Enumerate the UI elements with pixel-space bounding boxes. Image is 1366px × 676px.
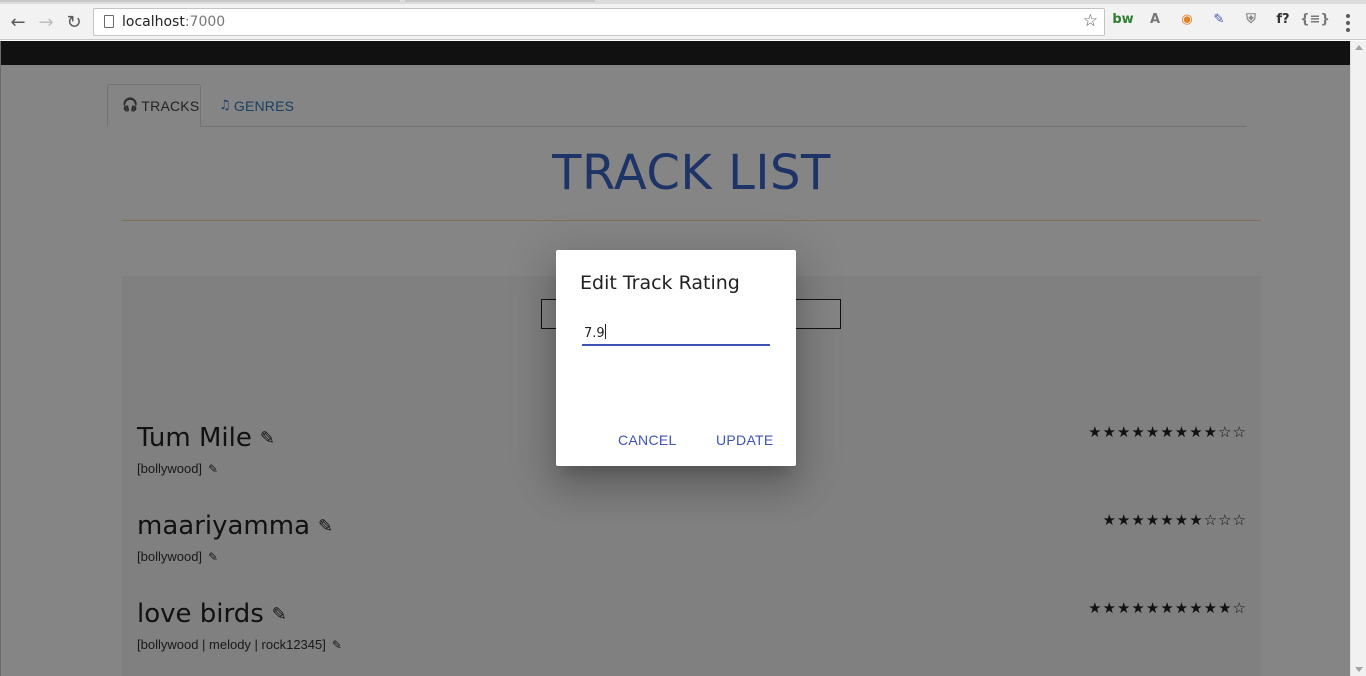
url-text[interactable]: localhost:7000 [122, 14, 225, 30]
page-scrollbar[interactable] [1350, 41, 1366, 676]
function-extension-icon[interactable]: f? [1273, 9, 1293, 29]
url-port: :7000 [184, 14, 226, 30]
bw-extension-icon[interactable]: bw [1112, 9, 1133, 29]
browser-tab[interactable] [0, 0, 400, 2]
page-icon [104, 15, 114, 28]
browser-tab[interactable] [405, 0, 595, 2]
edit-rating-dialog: Edit Track Rating CANCEL UPDATE [556, 250, 796, 466]
cancel-button[interactable]: CANCEL [618, 428, 677, 452]
scroll-up-icon[interactable] [1355, 45, 1363, 50]
shield-extension-icon[interactable]: ⛨ [1241, 9, 1261, 29]
color-picker-extension-icon[interactable]: ✎ [1209, 9, 1229, 29]
forward-arrow-icon[interactable]: → [34, 10, 58, 34]
update-button[interactable]: UPDATE [716, 428, 774, 452]
rating-input[interactable] [582, 320, 770, 346]
eye-extension-icon[interactable]: ◉ [1177, 9, 1197, 29]
reload-icon[interactable]: ↻ [62, 10, 86, 34]
bookmark-star-icon[interactable]: ☆ [1083, 11, 1098, 31]
address-bar[interactable]: localhost:7000 ☆ [93, 8, 1105, 36]
back-arrow-icon[interactable]: ← [6, 10, 30, 34]
browser-toolbar: ← → ↻ localhost:7000 ☆ bw A ◉ ✎ ⛨ f? {≡} [0, 4, 1366, 40]
angular-extension-icon[interactable]: A [1145, 9, 1165, 29]
browser-menu-icon[interactable] [1340, 12, 1356, 34]
json-extension-icon[interactable]: {≡} [1300, 9, 1329, 29]
dialog-title: Edit Track Rating [580, 272, 740, 294]
url-host: localhost [122, 14, 185, 30]
text-caret [605, 324, 606, 339]
scroll-down-icon[interactable] [1355, 667, 1363, 672]
